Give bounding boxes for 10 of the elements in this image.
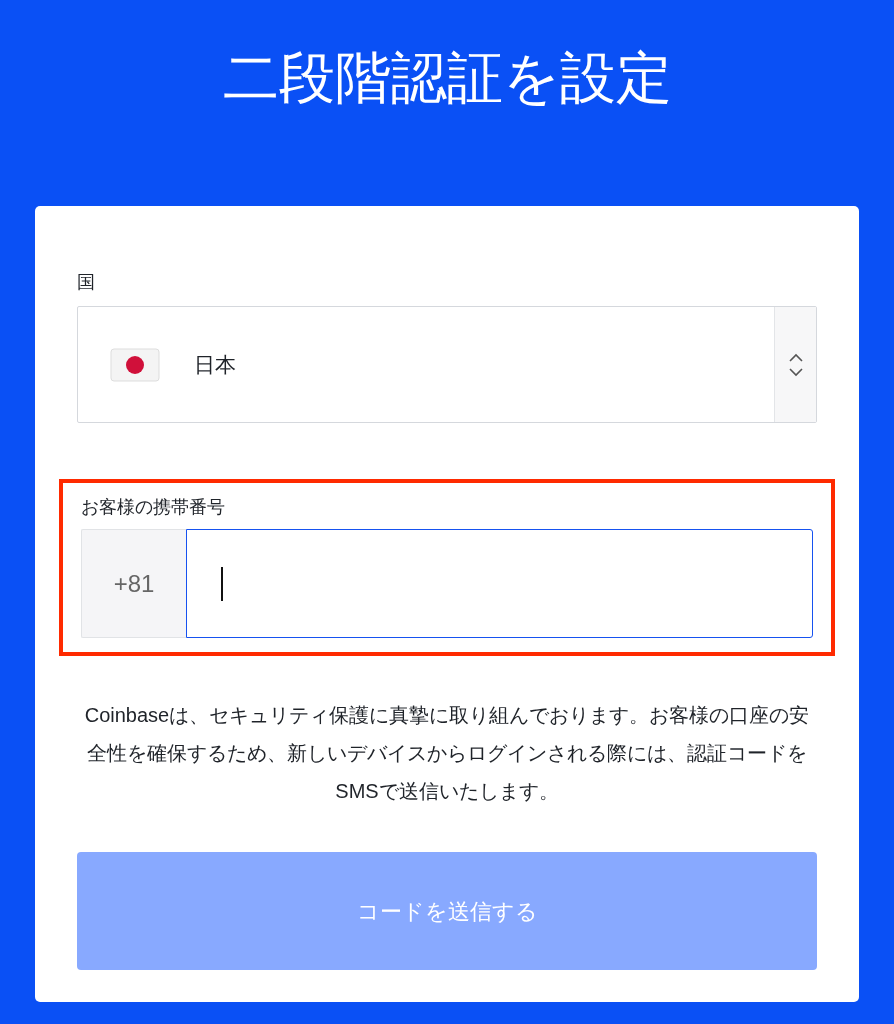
text-cursor (221, 566, 223, 601)
selected-country: 日本 (194, 351, 236, 378)
japan-flag-icon (110, 347, 160, 382)
description-text: Coinbaseは、セキュリティ保護に真摯に取り組んでおります。お客様の口座の安全性を確保するため、新しいデバイスからログインされる際には、認証コードをSMSで送信いたします。 (83, 703, 811, 804)
field-label: お客様の携帯番号 (80, 496, 226, 519)
page-title: 二段階認証を設定 (222, 46, 672, 110)
field-label: 国 (77, 271, 96, 294)
country-select[interactable]: 日本 (77, 306, 817, 423)
country-code-prefix: +81 (81, 529, 186, 638)
phone-input-field[interactable] (186, 529, 813, 638)
